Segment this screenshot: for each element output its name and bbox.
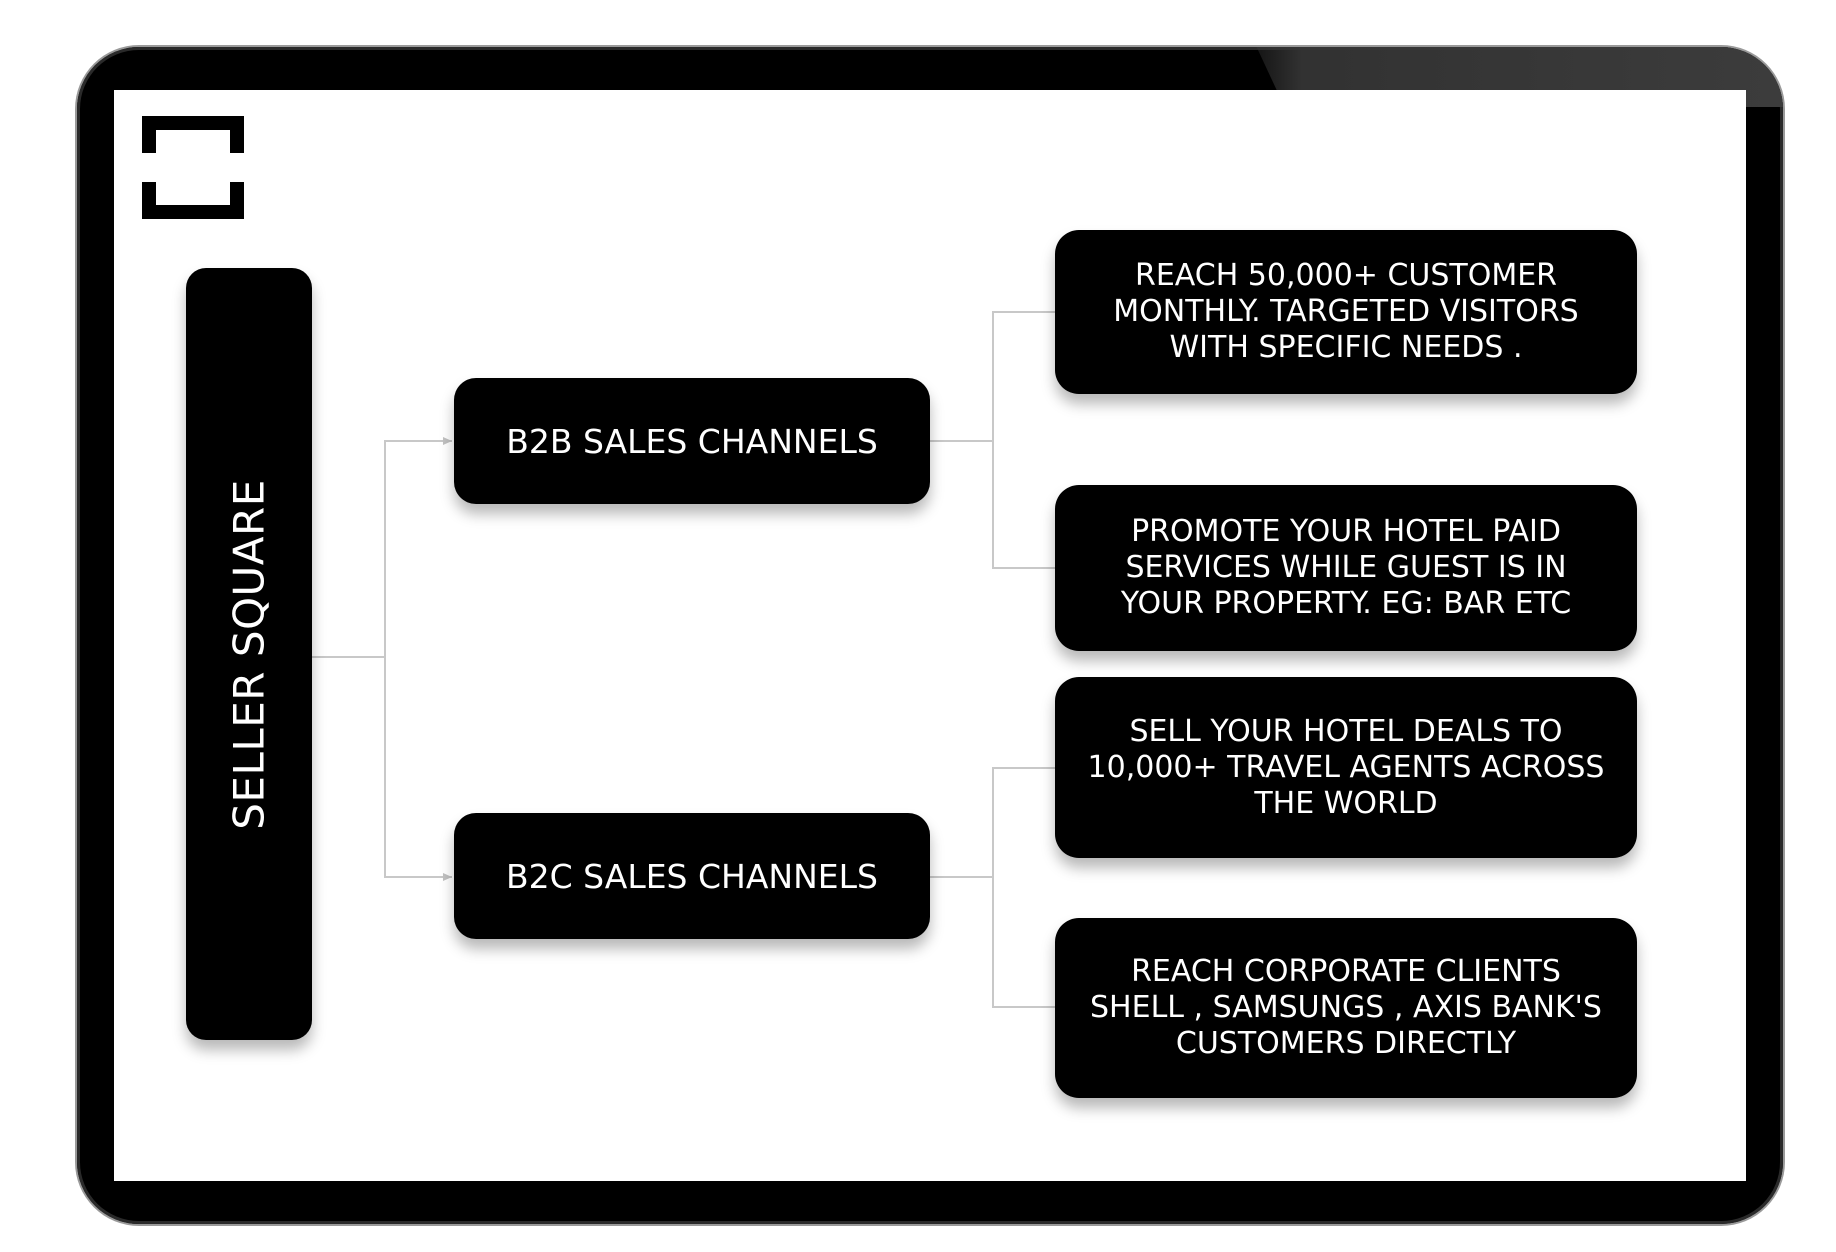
channel-node-b2b: B2B SALES CHANNELS	[454, 378, 930, 504]
benefit-node-text: REACH CORPORATE CLIENTS SHELL , SAMSUNGS…	[1090, 954, 1602, 1061]
benefit-node-paid-services: PROMOTE YOUR HOTEL PAID SERVICES WHILE G…	[1055, 485, 1637, 651]
benefit-node-text: SELL YOUR HOTEL DEALS TO 10,000+ TRAVEL …	[1087, 713, 1605, 821]
benefit-node-customer-reach: REACH 50,000+ CUSTOMER MONTHLY. TARGETED…	[1055, 230, 1637, 394]
connector-root-to-b2b	[384, 437, 452, 657]
channel-node-b2c: B2C SALES CHANNELS	[454, 813, 930, 939]
connector-b2c-to-benefit-4	[992, 877, 1055, 1008]
connector-root-to-b2c	[384, 657, 452, 881]
benefit-node-text: REACH 50,000+ CUSTOMER MONTHLY. TARGETED…	[1113, 258, 1579, 365]
connector-b2c-to-benefit-3	[992, 767, 1055, 877]
benefit-node-corporate-clients: REACH CORPORATE CLIENTS SHELL , SAMSUNGS…	[1055, 918, 1637, 1098]
connector-b2b-to-benefit-1	[992, 311, 1055, 441]
benefit-node-travel-agents: SELL YOUR HOTEL DEALS TO 10,000+ TRAVEL …	[1055, 677, 1637, 858]
channel-node-label: B2C SALES CHANNELS	[506, 856, 878, 896]
root-node-label: SELLER SQUARE	[224, 478, 274, 830]
root-node-seller-square: SELLER SQUARE	[186, 268, 312, 1040]
connector-b2b-to-benefit-2	[992, 441, 1055, 569]
benefit-node-text: PROMOTE YOUR HOTEL PAID SERVICES WHILE G…	[1120, 514, 1572, 621]
channel-node-label: B2B SALES CHANNELS	[506, 421, 878, 461]
